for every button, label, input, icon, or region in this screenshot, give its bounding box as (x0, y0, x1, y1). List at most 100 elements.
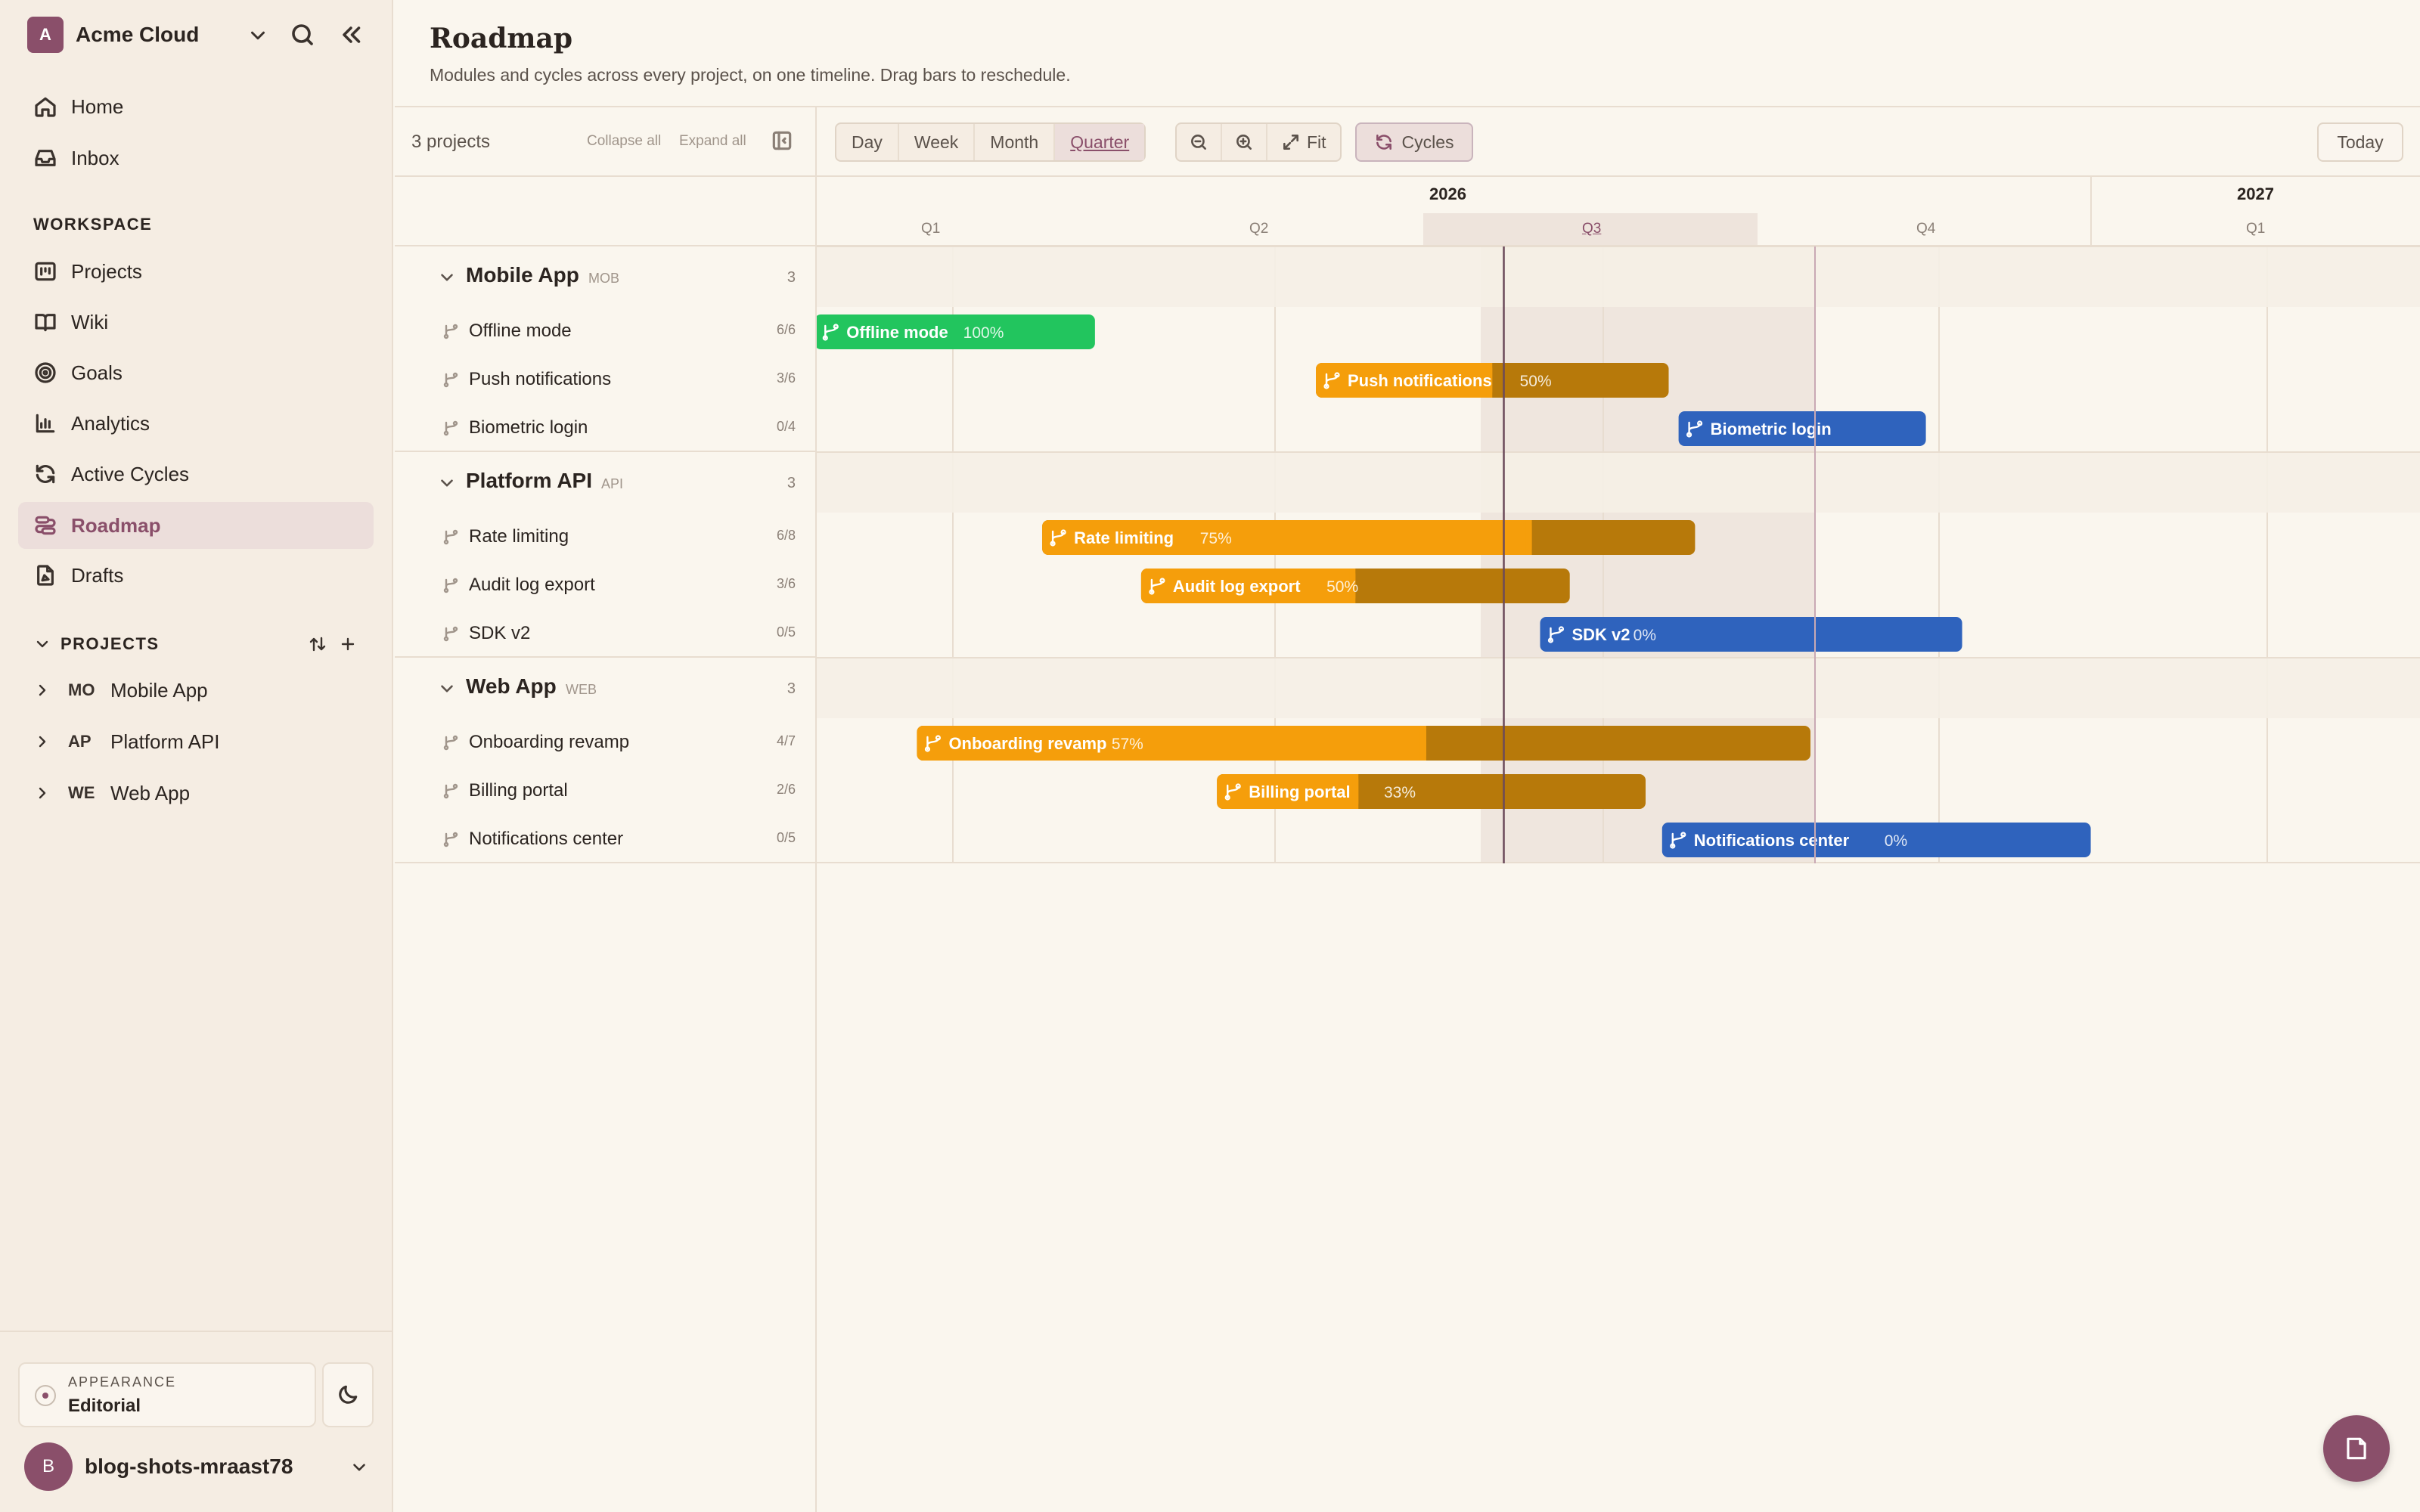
list-item[interactable]: Biometric login 0/4 (395, 404, 815, 452)
expand-all-button[interactable]: Expand all (679, 133, 746, 150)
panel-toggle-icon[interactable] (770, 129, 794, 153)
nav-label: Goals (71, 361, 123, 384)
group-divider (395, 451, 815, 452)
collapse-sidebar-icon[interactable] (337, 21, 365, 48)
branch-icon (443, 529, 458, 545)
gantt-bar[interactable]: Audit log export 50% (1140, 569, 1570, 603)
group-title: Platform API (466, 469, 592, 492)
collapse-all-button[interactable]: Collapse all (587, 133, 661, 150)
list-end-divider (395, 862, 815, 863)
gantt-bar[interactable]: Biometric login (1678, 411, 1926, 446)
chevron-down-icon[interactable] (437, 473, 457, 493)
chevron-down-icon[interactable] (349, 1458, 369, 1477)
fit-label: Fit (1307, 132, 1326, 152)
gantt-bar[interactable]: Rate limiting 75% (1042, 520, 1696, 555)
list-item[interactable]: Notifications center 0/5 (395, 815, 815, 863)
appearance-selector[interactable]: APPEARANCE Editorial (18, 1362, 316, 1427)
quarter-label: Q1 (2246, 221, 2266, 237)
chevron-right-icon[interactable] (33, 784, 51, 802)
user-menu[interactable]: B blog-shots-mraast78 (24, 1442, 372, 1491)
nav-drafts[interactable]: Drafts (18, 552, 374, 599)
chart-icon (36, 414, 55, 433)
book-icon (35, 314, 56, 332)
nav-analytics[interactable]: Analytics (18, 400, 374, 447)
workspace-name: Acme Cloud (76, 23, 200, 46)
gantt-bar[interactable]: Billing portal 33% (1217, 774, 1646, 809)
zoom-out-icon (1191, 135, 1206, 150)
chevron-down-icon[interactable] (247, 24, 269, 47)
nav-projects[interactable]: Projects (18, 248, 374, 295)
nav-label: Roadmap (71, 513, 161, 537)
expand-icon (1283, 135, 1298, 150)
chevron-down-icon[interactable] (437, 679, 457, 699)
module-progress: 3/6 (776, 576, 796, 591)
cycles-toggle[interactable]: Cycles (1355, 122, 1473, 162)
nav-wiki[interactable]: Wiki (18, 299, 374, 345)
module-name: Audit log export (469, 575, 595, 595)
group-code: MOB (588, 271, 620, 286)
gantt-bar[interactable]: Onboarding revamp 57% (917, 726, 1810, 761)
chevron-right-icon[interactable] (33, 681, 51, 699)
zoom-in-button[interactable] (1222, 124, 1267, 160)
group-row[interactable]: Web App WEB 3 (395, 658, 815, 718)
sidebar-project-mobile-app[interactable]: MO Mobile App (33, 671, 366, 709)
zoom-month-button[interactable]: Month (975, 124, 1056, 160)
module-progress: 4/7 (776, 733, 796, 748)
bar-percent: 57% (1112, 736, 1143, 753)
list-item[interactable]: Billing portal 2/6 (395, 767, 815, 815)
module-progress: 0/5 (776, 624, 796, 640)
chevron-right-icon[interactable] (33, 733, 51, 751)
list-item[interactable]: Push notifications 3/6 (395, 355, 815, 404)
search-icon[interactable] (289, 21, 316, 48)
list-item[interactable]: SDK v2 0/5 (395, 609, 815, 658)
gantt-bar[interactable]: SDK v2 0% (1540, 617, 1962, 652)
projects-section-header[interactable]: PROJECTS (33, 629, 366, 659)
bar-label: Billing portal (1249, 782, 1350, 801)
nav-active-cycles[interactable]: Active Cycles (18, 451, 374, 497)
sidebar-project-platform-api[interactable]: AP Platform API (33, 723, 366, 761)
nav-label: Projects (71, 259, 142, 283)
gantt-bar[interactable]: Notifications center 0% (1661, 823, 2091, 857)
zoom-day-button[interactable]: Day (836, 124, 899, 160)
list-item[interactable]: Audit log export 3/6 (395, 561, 815, 609)
bar-label: Push notifications (1348, 371, 1492, 390)
list-item[interactable]: Rate limiting 6/8 (395, 513, 815, 561)
dark-mode-toggle[interactable] (322, 1362, 374, 1427)
today-button[interactable]: Today (2317, 122, 2403, 162)
group-row[interactable]: Platform API API 3 (395, 452, 815, 513)
nav-inbox[interactable]: Inbox (18, 135, 374, 181)
target-icon (35, 362, 56, 383)
sidebar: A Acme Cloud Home Inbox WORKSPACE Projec… (0, 0, 393, 1512)
nav-roadmap[interactable]: Roadmap (18, 502, 374, 549)
nav-label: Wiki (71, 310, 109, 333)
nav-home[interactable]: Home (18, 83, 374, 130)
branch-icon (443, 735, 458, 751)
branch-icon (443, 372, 458, 388)
branch-icon (443, 420, 458, 436)
sort-icon[interactable] (309, 635, 327, 653)
nav-label: Analytics (71, 411, 150, 435)
new-draft-button[interactable] (2323, 1415, 2390, 1482)
chevron-down-icon[interactable] (33, 635, 51, 653)
add-icon[interactable] (339, 635, 357, 653)
projects-icon (35, 262, 56, 281)
group-row[interactable]: Mobile App MOB 3 (395, 246, 815, 307)
list-item[interactable]: Offline mode 6/6 (395, 307, 815, 355)
gantt-bar[interactable]: Push notifications 50% (1316, 363, 1669, 398)
sidebar-project-web-app[interactable]: WE Web App (33, 774, 366, 812)
workspace-switcher[interactable]: A Acme Cloud (27, 17, 368, 53)
list-item[interactable]: Onboarding revamp 4/7 (395, 718, 815, 767)
bar-label: Offline mode (846, 323, 948, 342)
zoom-out-button[interactable] (1177, 124, 1222, 160)
zoom-quarter-button[interactable]: Quarter (1055, 124, 1145, 160)
refresh-icon (1376, 135, 1392, 150)
nav-label: Active Cycles (71, 462, 190, 485)
fit-button[interactable]: Fit (1267, 124, 1340, 160)
bar-progress-edge (1419, 726, 1426, 761)
chevron-down-icon[interactable] (437, 268, 457, 287)
nav-goals[interactable]: Goals (18, 349, 374, 396)
quarter-label: Q1 (921, 221, 941, 237)
gantt-bar[interactable]: Offline mode 100% (817, 314, 1095, 349)
zoom-week-button[interactable]: Week (899, 124, 976, 160)
project-code: AP (68, 732, 92, 751)
